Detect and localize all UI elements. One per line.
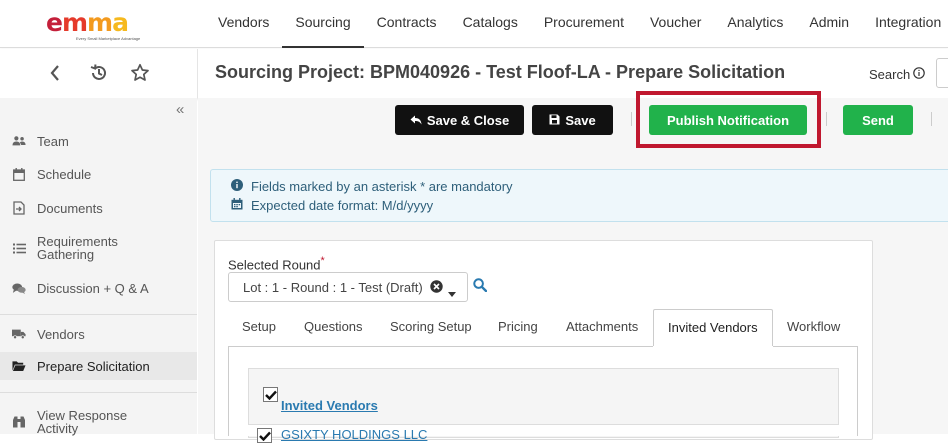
nav-contracts[interactable]: Contracts	[364, 0, 450, 48]
sidebar-item-discussion[interactable]: Discussion + Q & A	[0, 278, 197, 298]
sidebar-item-label: Schedule	[37, 166, 92, 182]
nav-vendors[interactable]: Vendors	[205, 0, 282, 48]
search-label: Search	[869, 67, 911, 82]
comments-icon	[12, 282, 26, 295]
selected-round-label: Selected Round*	[228, 255, 325, 273]
nav-integration[interactable]: Integration	[862, 0, 948, 48]
tab-setup[interactable]: Setup	[228, 309, 290, 346]
sidebar-item-team[interactable]: Team	[0, 131, 197, 151]
logo-tagline: Every Small Marketplace Advantage	[76, 36, 141, 41]
tab-attachments[interactable]: Attachments	[552, 309, 652, 346]
folder-open-icon	[12, 360, 26, 372]
tab-invited-vendors[interactable]: Invited Vendors	[653, 309, 773, 346]
info-alert: Fields marked by an asterisk * are manda…	[210, 169, 948, 222]
nav-analytics[interactable]: Analytics	[714, 0, 796, 48]
clear-icon[interactable]	[430, 280, 443, 296]
star-icon[interactable]	[129, 62, 151, 84]
search-icon[interactable]	[473, 278, 488, 295]
info-row: Fields marked by an asterisk * are manda…	[231, 179, 513, 194]
document-icon	[12, 201, 26, 215]
tab-pricing[interactable]: Pricing	[484, 309, 552, 346]
required-asterisk: *	[320, 255, 325, 267]
sidebar-divider	[0, 392, 197, 393]
collapse-sidebar-icon[interactable]: «	[176, 101, 184, 118]
round-select-value: Lot : 1 - Round : 1 - Test (Draft)	[243, 279, 423, 295]
sidebar-divider	[0, 314, 197, 315]
date-format-note: Expected date format: M/d/yyyy	[251, 198, 434, 213]
header-divider	[197, 49, 198, 98]
logo-wordmark: emma	[46, 8, 129, 37]
floppy-disk-icon	[549, 113, 560, 128]
tab-workflow[interactable]: Workflow	[773, 309, 854, 346]
sidebar-item-documents[interactable]: Documents	[0, 198, 197, 218]
truck-icon	[12, 328, 26, 340]
search-input[interactable]	[936, 58, 948, 88]
sidebar-item-view-response-activity[interactable]: View Response Activity	[0, 407, 197, 437]
search-label-group: Search	[869, 67, 926, 82]
nav-voucher[interactable]: Voucher	[637, 0, 714, 48]
save-button[interactable]: Save	[532, 105, 613, 135]
sidebar-item-requirements-gathering[interactable]: Requirements Gathering	[0, 233, 197, 263]
list-icon	[12, 243, 26, 254]
nav-catalogs[interactable]: Catalogs	[450, 0, 531, 48]
reply-icon	[410, 113, 422, 128]
sidebar-item-label: View Response Activity	[37, 408, 128, 436]
round-select[interactable]: Lot : 1 - Round : 1 - Test (Draft)	[228, 272, 468, 302]
vendor-checkbox[interactable]	[257, 428, 272, 443]
highlight-box	[636, 91, 821, 148]
back-chevron-icon[interactable]	[44, 62, 66, 84]
info-circle-icon	[913, 67, 926, 82]
info-circle-icon	[231, 179, 243, 194]
calendar-icon	[231, 198, 243, 213]
toolbar-divider	[931, 112, 932, 126]
sidebar-item-schedule[interactable]: Schedule	[0, 164, 197, 184]
select-all-checkbox[interactable]	[263, 387, 278, 402]
sidebar-item-label: Vendors	[37, 326, 85, 342]
nav-procurement[interactable]: Procurement	[531, 0, 637, 48]
sidebar-item-label: Documents	[37, 200, 103, 216]
binoculars-icon	[12, 416, 26, 429]
users-icon	[12, 135, 26, 147]
sidebar-item-label: Prepare Solicitation	[37, 358, 150, 374]
sidebar-item-prepare-solicitation[interactable]: Prepare Solicitation	[0, 352, 197, 380]
toolbar-divider	[631, 112, 632, 126]
calendar-icon	[12, 167, 26, 181]
sidebar-item-label: Team	[37, 133, 69, 149]
sidebar-item-label: Requirements Gathering	[37, 234, 118, 262]
toolbar-divider	[826, 112, 827, 126]
emma-logo[interactable]: emma Every Small Marketplace Advantage	[46, 8, 150, 42]
save-close-button[interactable]: Save & Close	[395, 105, 524, 135]
invited-vendors-header-link[interactable]: Invited Vendors	[281, 398, 378, 413]
nav-admin[interactable]: Admin	[796, 0, 862, 48]
history-icon[interactable]	[88, 62, 110, 84]
send-button[interactable]: Send	[843, 105, 913, 135]
top-navbar: emma Every Small Marketplace Advantage V…	[0, 0, 948, 48]
mandatory-note: Fields marked by an asterisk * are manda…	[251, 179, 513, 194]
main-nav: Vendors Sourcing Contracts Catalogs Proc…	[205, 0, 948, 48]
page-title: Sourcing Project: BPM040926 - Test Floof…	[215, 62, 786, 82]
caret-down-icon[interactable]	[448, 285, 456, 300]
sidebar-item-vendors[interactable]: Vendors	[0, 324, 197, 344]
info-row: Expected date format: M/d/yyyy	[231, 198, 433, 213]
sidebar-item-label: Discussion + Q & A	[37, 280, 149, 296]
tab-questions[interactable]: Questions	[290, 309, 377, 346]
tab-scoring-setup[interactable]: Scoring Setup	[376, 309, 486, 346]
nav-sourcing[interactable]: Sourcing	[282, 0, 364, 48]
sidebar: « Team Schedule Documents Requirements G…	[0, 98, 197, 437]
vendor-link[interactable]: GSIXTY HOLDINGS LLC	[281, 427, 427, 442]
